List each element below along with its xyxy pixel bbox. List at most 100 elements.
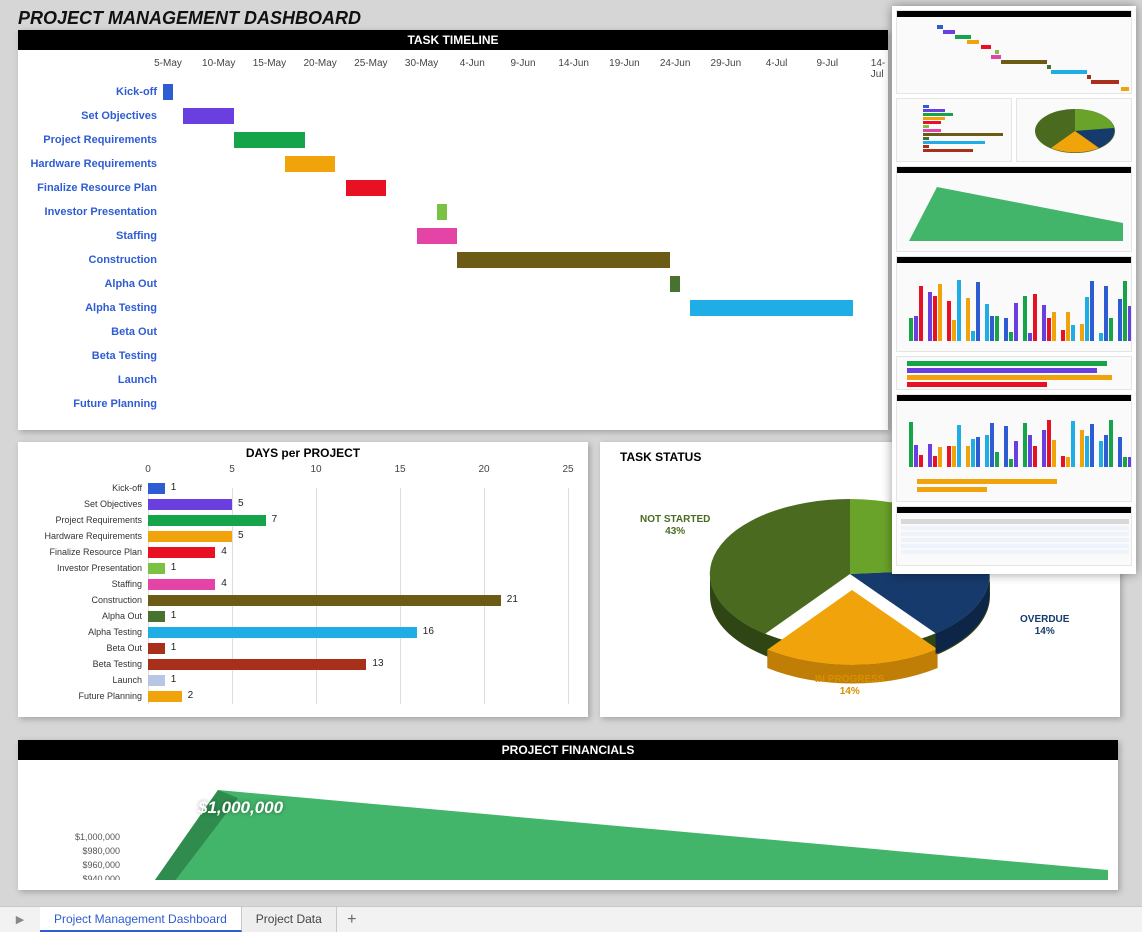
days-tick: 20 — [478, 464, 489, 475]
days-value: 2 — [188, 690, 194, 701]
timeline-row: Launch — [18, 368, 888, 392]
timeline-tick: 29-Jun — [711, 58, 742, 69]
timeline-tick: 4-Jul — [766, 58, 788, 69]
days-bar — [148, 643, 165, 654]
timeline-task-label: Finalize Resource Plan — [18, 182, 163, 194]
days-row: Launch1 — [28, 672, 578, 688]
days-bar — [148, 691, 182, 702]
days-row: Construction 21 — [28, 592, 578, 608]
days-x-axis: 0510152025 — [148, 464, 568, 480]
days-value: 1 — [171, 482, 177, 493]
thumb-timeline — [896, 10, 1132, 94]
days-row-label: Set Objectives — [28, 499, 148, 509]
timeline-task-label: Set Objectives — [18, 110, 163, 122]
days-row: Set Objectives 5 — [28, 496, 578, 512]
timeline-task-label: Investor Presentation — [18, 206, 163, 218]
days-row: Future Planning 2 — [28, 688, 578, 704]
timeline-bar — [457, 252, 670, 268]
timeline-tick: 19-Jun — [609, 58, 640, 69]
days-row-label: Alpha Out — [28, 611, 148, 621]
days-bar — [148, 531, 232, 542]
thumb-days — [896, 98, 1012, 162]
timeline-row: Alpha Testing — [18, 296, 888, 320]
days-value: 1 — [171, 642, 177, 653]
timeline-task-label: Future Planning — [18, 398, 163, 410]
days-tick: 25 — [562, 464, 573, 475]
sheet-tab-bar: ▶ Project Management DashboardProject Da… — [0, 906, 1142, 932]
timeline-row: Kick-off — [18, 80, 888, 104]
days-value: 4 — [221, 546, 227, 557]
days-bar — [148, 595, 501, 606]
timeline-bar — [163, 84, 173, 100]
timeline-row: Hardware Requirements — [18, 152, 888, 176]
days-row: Kick-off1 — [28, 480, 578, 496]
days-value: 1 — [171, 562, 177, 573]
timeline-bar — [417, 228, 458, 244]
timeline-tick: 15-May — [253, 58, 286, 69]
days-row-label: Construction — [28, 595, 148, 605]
sheet-nav-prev-icon[interactable]: ▶ — [0, 907, 40, 932]
timeline-tick: 10-May — [202, 58, 235, 69]
timeline-bar — [690, 300, 852, 316]
days-row: Alpha Testing16 — [28, 624, 578, 640]
timeline-bar — [670, 276, 680, 292]
days-row: Project Requirements 7 — [28, 512, 578, 528]
timeline-task-label: Launch — [18, 374, 163, 386]
days-bar — [148, 563, 165, 574]
timeline-tick: 30-May — [405, 58, 438, 69]
timeline-bar — [183, 108, 234, 124]
days-value: 5 — [238, 498, 244, 509]
timeline-task-label: Staffing — [18, 230, 163, 242]
sheet-tab[interactable]: Project Management Dashboard — [40, 907, 242, 932]
timeline-tick: 24-Jun — [660, 58, 691, 69]
thumb-pie — [1016, 98, 1132, 162]
timeline-tick: 14-Jun — [558, 58, 589, 69]
timeline-row: Finalize Resource Plan — [18, 176, 888, 200]
days-value: 7 — [272, 514, 278, 525]
timeline-task-label: Project Requirements — [18, 134, 163, 146]
days-row-label: Beta Testing — [28, 659, 148, 669]
days-value: 1 — [171, 610, 177, 621]
days-tick: 10 — [310, 464, 321, 475]
sheet-tab[interactable]: Project Data — [242, 907, 337, 932]
days-row: Beta Out1 — [28, 640, 578, 656]
days-row-label: Project Requirements — [28, 515, 148, 525]
thumb-financials — [896, 166, 1132, 252]
timeline-task-label: Beta Out — [18, 326, 163, 338]
days-bar — [148, 579, 215, 590]
timeline-row: Future Planning — [18, 392, 888, 416]
days-bar — [148, 515, 266, 526]
timeline-task-label: Alpha Out — [18, 278, 163, 290]
days-row-label: Launch — [28, 675, 148, 685]
timeline-tick: 25-May — [354, 58, 387, 69]
timeline-row: Set Objectives — [18, 104, 888, 128]
days-row-label: Future Planning — [28, 691, 148, 701]
days-value: 4 — [221, 578, 227, 589]
days-row-label: Alpha Testing — [28, 627, 148, 637]
days-row: Beta Testing13 — [28, 656, 578, 672]
days-row: Staffing4 — [28, 576, 578, 592]
financials-peak-label: $1,000,000 — [198, 798, 283, 818]
thumb-hbars — [896, 356, 1132, 390]
sheet-add-button[interactable]: + — [337, 907, 367, 932]
timeline-tick: 9-Jul — [816, 58, 838, 69]
fin-ytick-0: $1,000,000 — [66, 832, 120, 842]
timeline-task-label: Construction — [18, 254, 163, 266]
days-tick: 5 — [229, 464, 235, 475]
page-title: PROJECT MANAGEMENT DASHBOARD — [18, 8, 361, 29]
days-title: DAYS per PROJECT — [18, 442, 588, 464]
timeline-tick: 5-May — [154, 58, 182, 69]
days-row-label: Investor Presentation — [28, 563, 148, 573]
timeline-task-label: Alpha Testing — [18, 302, 163, 314]
timeline-tick: 9-Jun — [510, 58, 535, 69]
thumbnail-preview-overlay — [892, 6, 1136, 574]
days-bar — [148, 483, 165, 494]
timeline-tick: 20-May — [303, 58, 336, 69]
timeline-bar — [234, 132, 305, 148]
days-row-label: Hardware Requirements — [28, 531, 148, 541]
timeline-row: Beta Out — [18, 320, 888, 344]
days-value: 21 — [507, 594, 518, 605]
timeline-row: Project Requirements — [18, 128, 888, 152]
thumb-table — [896, 506, 1132, 566]
fin-ytick-1: $980,000 — [66, 846, 120, 856]
